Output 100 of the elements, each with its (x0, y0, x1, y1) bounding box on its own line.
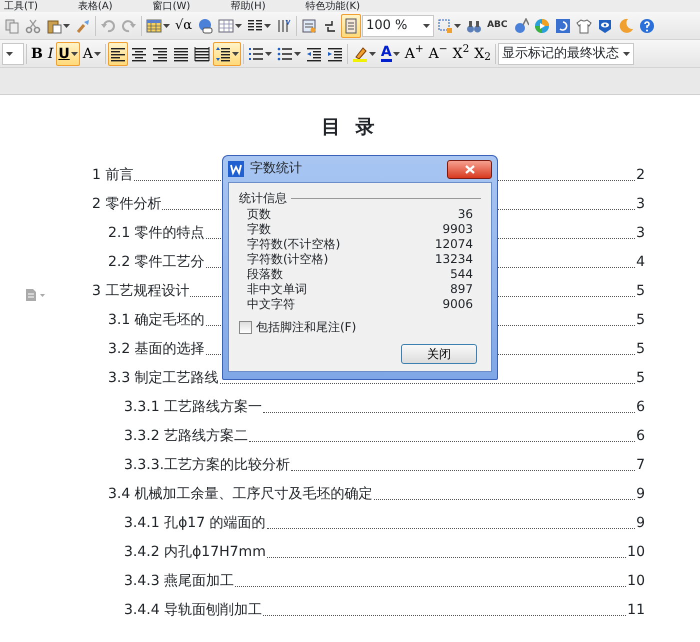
text-direction-icon (276, 18, 292, 34)
shirt-icon (576, 18, 592, 34)
caret-icon (6, 52, 13, 56)
stat-label: 段落数 (247, 267, 283, 282)
checkbox-label: 包括脚注和尾注(F) (256, 319, 356, 336)
close-button[interactable] (447, 160, 492, 178)
bold-button[interactable]: B (29, 42, 45, 66)
undo-icon (100, 18, 116, 34)
page-number: 11 (627, 601, 645, 620)
page-number: 4 (636, 253, 645, 272)
brush-icon (75, 18, 91, 34)
toc-entry[interactable]: 3.4.2 内孔ϕ17H7mm 10 (0, 534, 645, 563)
toc-entry[interactable]: 3.3.2 艺路线方案二 6 (0, 418, 645, 447)
page-number: 7 (636, 456, 645, 475)
stat-value: 9903 (442, 222, 473, 237)
toc-entry[interactable]: 3.4.4 导轨面刨削加工 11 (0, 592, 645, 621)
page-number: 3 (636, 224, 645, 243)
align-center-icon (130, 46, 147, 62)
document-icon (301, 18, 318, 34)
toc-entry-text: 2.1 零件的特点 (108, 224, 205, 243)
stat-label: 中文字符 (247, 297, 295, 312)
toc-entry-text: 3.4.1 孔ϕ17 的端面的 (124, 514, 266, 533)
align-left-icon (110, 46, 126, 62)
toc-entry-text: 3 工艺规程设计 (92, 282, 190, 301)
italic-button[interactable]: I (46, 42, 56, 66)
table-icon (146, 18, 162, 34)
font-color-button[interactable]: A (378, 42, 402, 66)
stat-label: 非中文单词 (247, 282, 307, 297)
dropdown-field[interactable] (2, 42, 24, 64)
page-number: 5 (636, 340, 645, 359)
page-number: 9 (636, 485, 645, 504)
play-circle-icon (534, 18, 550, 34)
scissors-icon (25, 18, 41, 34)
stat-value: 12074 (434, 237, 473, 252)
document-title: 目 录 (320, 115, 380, 140)
distribute-icon (194, 46, 210, 62)
toc-entry-text: 3.3.3.工艺方案的比较分析 (124, 456, 290, 475)
selection-icon (437, 18, 454, 34)
checkbox[interactable] (239, 320, 252, 334)
eye-icon (596, 18, 612, 34)
toc-entry-text: 3.1 确定毛坯的 (108, 311, 205, 330)
toc-entry-text: 2.2 零件工艺分 (108, 253, 205, 272)
caret-icon (423, 24, 430, 28)
menu-item[interactable]: 表格(A) (78, 1, 113, 12)
stat-label: 页数 (247, 207, 271, 222)
line-spacing-button[interactable] (212, 42, 241, 66)
outdent-icon (306, 46, 322, 62)
line-spacing-icon (214, 46, 231, 62)
toc-entry[interactable]: 3.3.1 工艺路线方案一 6 (0, 389, 645, 418)
menu-item[interactable]: 帮助(H) (230, 1, 266, 12)
caret-icon (622, 52, 630, 56)
dialog-title: 字数统计 (250, 160, 302, 178)
zoom-field[interactable]: 100 % (362, 14, 434, 36)
toc-entry[interactable]: 3.4 机械加工余量、工序尺寸及毛坯的确定 9 (0, 476, 645, 505)
toc-entry-text: 1 前言 (92, 166, 134, 185)
align-left-button[interactable] (108, 42, 128, 66)
spell-button[interactable]: ABC (485, 14, 510, 38)
align-right-icon (152, 46, 168, 62)
toc-entry-text: 3.3.2 艺路线方案二 (124, 427, 248, 446)
redo-icon (121, 18, 137, 34)
toc-entry[interactable]: 3.3.3.工艺方案的比较分析 7 (0, 447, 645, 476)
toc-entry[interactable]: 3.4.3 燕尾面加工 10 (0, 563, 645, 592)
numbered-list-icon (248, 46, 264, 62)
stat-value: 36 (458, 207, 473, 222)
toc-entry-text: 3.4.3 燕尾面加工 (124, 572, 234, 591)
copy-icon (4, 18, 20, 34)
formula-button[interactable]: √α (173, 14, 194, 38)
underline-button[interactable]: U (56, 42, 80, 66)
page-number: 10 (627, 572, 645, 591)
app-logo-icon (228, 161, 244, 177)
toc-entry-text: 3.4.4 导轨面刨削加工 (124, 601, 262, 620)
highlighter-icon (352, 46, 368, 62)
stat-label: 字符数(计空格) (247, 252, 328, 267)
stat-value: 13234 (434, 252, 473, 267)
menu-item[interactable]: 工具(T) (4, 1, 38, 12)
page-view-button[interactable] (341, 14, 362, 38)
bullet-list-icon (276, 46, 293, 62)
spacing-button[interactable]: A (80, 42, 103, 66)
menu-item[interactable]: 特色功能(K) (306, 1, 360, 12)
lines-icon (247, 18, 264, 34)
toc-entry-text: 3.4.2 内孔ϕ17H7mm (124, 543, 266, 562)
superscript-button[interactable]: X$^{2}$ (450, 42, 472, 66)
help-icon (638, 18, 654, 34)
shrink-button[interactable]: A$^{−}$ (426, 42, 450, 66)
grow-button[interactable]: A$^{+}$ (402, 42, 426, 66)
subscript-button[interactable]: X$_{2}$ (472, 42, 493, 66)
close-button[interactable]: 关闭 (401, 344, 477, 364)
menu-item[interactable]: 窗口(W) (152, 1, 190, 12)
toc-entry-text: 2 零件分析 (92, 195, 162, 214)
toc-entry-text: 3.3 制定工艺路线 (108, 369, 219, 388)
page-number: 6 (636, 398, 645, 417)
toc-entry-text: 3.2 基面的选择 (108, 340, 205, 359)
toc-entry-text: 3.4 机械加工余量、工序尺寸及毛坯的确定 (108, 485, 373, 504)
indent-icon (326, 46, 343, 62)
stat-value: 544 (450, 267, 473, 282)
toc-entry[interactable]: 3.4.1 孔ϕ17 的端面的 9 (0, 505, 645, 534)
page-icon (343, 18, 360, 34)
dropdown-field[interactable]: 显示标记的最终状态 (498, 42, 634, 64)
page-number: 5 (636, 369, 645, 388)
page-number: 5 (636, 282, 645, 301)
